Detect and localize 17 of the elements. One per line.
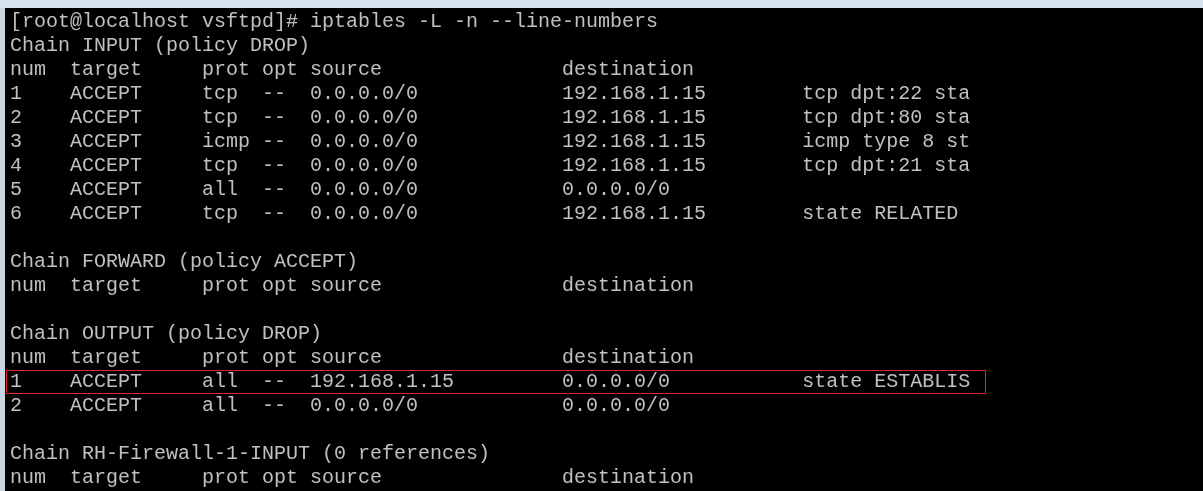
terminal-line: num target prot opt source destination — [10, 274, 695, 298]
terminal-line: 1 ACCEPT tcp -- 0.0.0.0/0 192.168.1.15 tcp dpt:22 sta — [10, 82, 971, 106]
terminal-line: Chain INPUT (policy DROP) — [10, 34, 311, 58]
terminal-line: 1 ACCEPT all -- 192.168.1.15 0.0.0.0/0 state ESTABLIS — [6, 370, 986, 394]
terminal-line: Chain OUTPUT (policy DROP) — [10, 322, 323, 346]
terminal-line: num target prot opt source destination — [10, 466, 695, 490]
terminal-line: num target prot opt source destination — [10, 346, 695, 370]
terminal-line: 3 ACCEPT icmp -- 0.0.0.0/0 192.168.1.15 icmp type 8 st — [10, 130, 971, 154]
terminal-line: num target prot opt source destination — [10, 58, 695, 82]
terminal-line: Chain FORWARD (policy ACCEPT) — [10, 250, 359, 274]
terminal-line: 2 ACCEPT tcp -- 0.0.0.0/0 192.168.1.15 tcp dpt:80 sta — [10, 106, 971, 130]
terminal-line: 4 ACCEPT tcp -- 0.0.0.0/0 192.168.1.15 tcp dpt:21 sta — [10, 154, 971, 178]
terminal-line: 5 ACCEPT all -- 0.0.0.0/0 0.0.0.0/0 — [10, 178, 671, 202]
terminal-line: [root@localhost vsftpd]# iptables -L -n --line-numbers — [10, 10, 659, 34]
terminal-line: 2 ACCEPT all -- 0.0.0.0/0 0.0.0.0/0 — [10, 394, 671, 418]
terminal-line: Chain RH-Firewall-1-INPUT (0 references) — [10, 442, 491, 466]
terminal-line: 6 ACCEPT tcp -- 0.0.0.0/0 192.168.1.15 state RELATED — [10, 202, 959, 226]
